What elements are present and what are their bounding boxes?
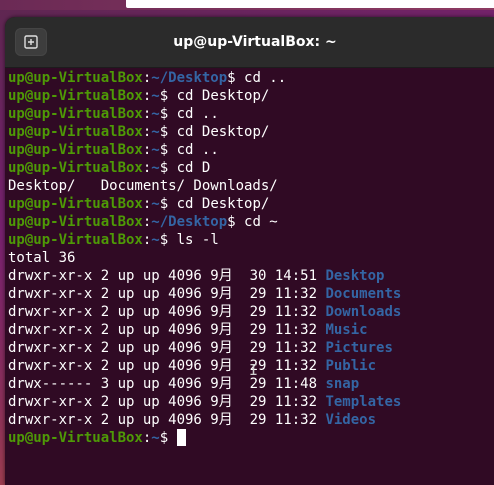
prompt-user-host: up@up-VirtualBox (8, 142, 143, 158)
command-text: cd .. (168, 106, 219, 122)
terminal-line: up@up-VirtualBox:~$ cd D (8, 159, 494, 177)
prompt-user-host: up@up-VirtualBox (8, 124, 143, 140)
terminal-line: up@up-VirtualBox:~$ (8, 429, 494, 447)
ls-entry-name: Videos (325, 412, 377, 428)
ls-entry-name: Documents (325, 286, 402, 302)
ls-entry-name: Pictures (325, 340, 393, 356)
ls-entry-name: Music (325, 322, 368, 338)
ls-entry-name: snap (325, 376, 360, 392)
terminal-line: up@up-VirtualBox:~$ cd .. (8, 105, 494, 123)
prompt-path: ~ (151, 232, 160, 248)
command-text: cd D (168, 160, 211, 176)
command-text (168, 430, 176, 446)
ls-entry-info: drwxr-xr-x 2 up up 4096 9月 29 11:32 (8, 358, 326, 374)
terminal-line: drwxr-xr-x 2 up up 4096 9月 29 11:32 Temp… (8, 393, 494, 411)
prompt-symbol: $ (159, 124, 169, 140)
ls-entry-info: drwxr-xr-x 2 up up 4096 9月 29 11:32 (8, 322, 326, 338)
prompt-path: ~ (151, 88, 160, 104)
prompt-user-host: up@up-VirtualBox (8, 106, 143, 122)
ls-entry-info: drwx------ 3 up up 4096 9月 29 11:48 (8, 376, 326, 392)
terminal-line: up@up-VirtualBox:~/Desktop$ cd .. (8, 69, 494, 87)
terminal-line: drwxr-xr-x 2 up up 4096 9月 29 11:32 Musi… (8, 321, 494, 339)
ls-entry-info: drwxr-xr-x 2 up up 4096 9月 30 14:51 (8, 268, 326, 284)
ls-entry-info: drwxr-xr-x 2 up up 4096 9月 29 11:32 (8, 304, 326, 320)
prompt-symbol: $ (159, 430, 169, 446)
prompt-symbol: $ (159, 142, 169, 158)
terminal-line: drwxr-xr-x 2 up up 4096 9月 29 11:32 Pict… (8, 339, 494, 357)
ls-entry-name: Desktop (325, 268, 385, 284)
command-text: cd Desktop/ (168, 196, 270, 212)
prompt-symbol: $ (159, 160, 169, 176)
ibeam-cursor-icon: I (249, 361, 259, 379)
prompt-symbol: $ (159, 88, 169, 104)
terminal-line: up@up-VirtualBox:~$ cd Desktop/ (8, 195, 494, 213)
terminal-line: total 36 (8, 249, 494, 267)
ls-entry-info: drwxr-xr-x 2 up up 4096 9月 29 11:32 (8, 286, 326, 302)
terminal-output[interactable]: up@up-VirtualBox:~/Desktop$ cd .. up@up-V… (8, 69, 494, 485)
prompt-path: ~ (151, 430, 160, 446)
terminal-line: drwxr-xr-x 2 up up 4096 9月 30 14:51 Desk… (8, 267, 494, 285)
new-tab-button[interactable] (15, 28, 47, 56)
prompt-user-host: up@up-VirtualBox (8, 196, 143, 212)
prompt-user-host: up@up-VirtualBox (8, 214, 143, 230)
ls-entry-name: Downloads (325, 304, 402, 320)
terminal-line: drwxr-xr-x 2 up up 4096 9月 29 11:32 Down… (8, 303, 494, 321)
command-text: cd .. (168, 142, 219, 158)
prompt-symbol: $ (159, 232, 169, 248)
prompt-path: ~ (151, 196, 160, 212)
ls-entry-info: drwxr-xr-x 2 up up 4096 9月 29 11:32 (8, 412, 326, 428)
terminal-line: drwxr-xr-x 2 up up 4096 9月 29 11:32 Docu… (8, 285, 494, 303)
prompt-path: ~ (151, 106, 160, 122)
terminal-line: up@up-VirtualBox:~$ ls -l (8, 231, 494, 249)
terminal-line: drwxr-xr-x 2 up up 4096 9月 29 11:32 Vide… (8, 411, 494, 429)
terminal-line: up@up-VirtualBox:~$ cd Desktop/ (8, 87, 494, 105)
prompt-user-host: up@up-VirtualBox (8, 88, 143, 104)
prompt-user-host: up@up-VirtualBox (8, 232, 143, 248)
terminal-line: Desktop/ Documents/ Downloads/ (8, 177, 494, 195)
background-window-edge (126, 0, 494, 8)
command-text: cd Desktop/ (168, 88, 270, 104)
text-cursor (176, 429, 186, 446)
command-text: cd ~ (235, 214, 278, 230)
terminal-line: up@up-VirtualBox:~/Desktop$ cd ~ (8, 213, 494, 231)
output-text: total 36 (8, 250, 76, 266)
prompt-path: ~/Desktop (151, 70, 228, 86)
prompt-symbol: $ (159, 106, 169, 122)
prompt-symbol: $ (159, 196, 169, 212)
prompt-symbol: $ (227, 214, 236, 230)
ls-entry-name: Public (325, 358, 377, 374)
command-text: cd .. (235, 70, 287, 86)
prompt-path: ~ (151, 142, 160, 158)
prompt-symbol: $ (227, 70, 236, 86)
new-tab-icon (24, 35, 38, 49)
command-text: ls -l (168, 232, 219, 248)
prompt-path: ~ (151, 124, 160, 140)
terminal-line: up@up-VirtualBox:~$ cd Desktop/ (8, 123, 494, 141)
ls-entry-info: drwxr-xr-x 2 up up 4096 9月 29 11:32 (8, 340, 326, 356)
prompt-user-host: up@up-VirtualBox (8, 430, 143, 446)
prompt-path: ~/Desktop (151, 214, 228, 230)
terminal-line: up@up-VirtualBox:~$ cd .. (8, 141, 494, 159)
terminal-window: up@up-VirtualBox: ~ up@up-VirtualBox:~/D… (5, 17, 494, 485)
title-bar: up@up-VirtualBox: ~ (5, 17, 494, 68)
command-text: cd Desktop/ (168, 124, 270, 140)
prompt-user-host: up@up-VirtualBox (8, 160, 143, 176)
prompt-path: ~ (151, 160, 160, 176)
ls-entry-info: drwxr-xr-x 2 up up 4096 9月 29 11:32 (8, 394, 326, 410)
prompt-user-host: up@up-VirtualBox (8, 70, 143, 86)
ls-entry-name: Templates (325, 394, 402, 410)
output-text: Desktop/ Documents/ Downloads/ (8, 178, 278, 194)
window-title: up@up-VirtualBox: ~ (173, 34, 337, 50)
